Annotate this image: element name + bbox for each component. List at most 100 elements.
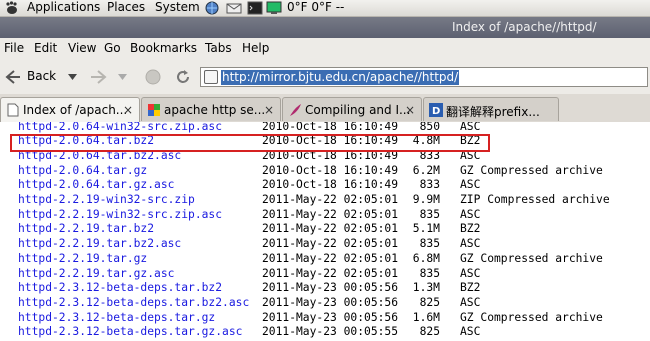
- back-arrow-icon: [5, 70, 20, 84]
- menu-go[interactable]: Go: [104, 41, 121, 55]
- table-row: httpd-2.0.64.tar.gz 2010-Oct-18 16:10:49 6…: [0, 164, 650, 179]
- gnome-foot-icon[interactable]: [4, 1, 20, 15]
- tab-apache-http-search[interactable]: apache http se... ×: [141, 97, 281, 121]
- table-row: httpd-2.3.12-beta-deps.tar.bz2.asc 2011-M…: [0, 296, 650, 311]
- table-row: httpd-2.2.19.tar.gz 2011-May-22 02:05:01 6…: [0, 252, 650, 267]
- file-size: 835: [419, 207, 440, 221]
- mail-icon[interactable]: [226, 1, 242, 15]
- menu-help[interactable]: Help: [242, 41, 269, 55]
- file-size: 9.9M: [412, 193, 440, 206]
- file-size: 835: [419, 237, 440, 251]
- file-description: BZ2: [460, 222, 481, 236]
- table-row: httpd-2.2.19.tar.gz.asc 2011-May-22 02:05…: [0, 267, 650, 282]
- modified-date: 2011-May-22 02:05:01: [262, 207, 399, 221]
- stop-icon[interactable]: [145, 69, 161, 85]
- modified-date: 2011-May-22 02:05:01: [262, 237, 399, 251]
- navigation-toolbar: Back http://mirror.bjtu.edu.cn/apache//h…: [0, 59, 650, 94]
- file-description: ASC: [460, 266, 481, 280]
- terminal-icon[interactable]: [247, 1, 263, 15]
- table-row: httpd-2.2.19.tar.bz2.asc 2011-May-22 02:0…: [0, 237, 650, 252]
- weather-readout: 0°F 0°F --: [287, 0, 345, 14]
- back-button[interactable]: Back: [2, 66, 78, 88]
- file-link[interactable]: httpd-2.3.12-beta-deps.tar.bz2: [18, 281, 222, 296]
- menu-view[interactable]: View: [68, 41, 96, 55]
- file-description: BZ2: [460, 281, 481, 295]
- forward-dropdown-icon[interactable]: [118, 74, 127, 80]
- file-description: ASC: [460, 207, 481, 221]
- modified-date: 2011-May-22 02:05:01: [262, 251, 399, 265]
- file-description: ASC: [460, 237, 481, 251]
- url-bar[interactable]: http://mirror.bjtu.edu.cn/apache//httpd/: [200, 67, 648, 87]
- menu-file[interactable]: File: [4, 41, 24, 55]
- site-favicon-icon: [204, 70, 218, 84]
- table-row: httpd-2.0.64.tar.gz.asc 2010-Oct-18 16:10…: [0, 178, 650, 193]
- table-row: httpd-2.2.19-win32-src.zip.asc 2011-May-2…: [0, 208, 650, 223]
- modified-date: 2011-May-22 02:05:01: [262, 222, 399, 236]
- modified-date: 2011-May-23 00:05:55: [262, 325, 399, 339]
- modified-date: 2010-Oct-18 16:10:49: [262, 178, 399, 192]
- menu-bookmarks[interactable]: Bookmarks: [130, 41, 197, 55]
- window-titlebar[interactable]: Index of /apache//httpd/: [0, 17, 650, 38]
- menu-edit[interactable]: Edit: [34, 41, 57, 55]
- dict-icon: D: [429, 103, 443, 117]
- back-dropdown-icon[interactable]: [68, 74, 77, 80]
- monitor-icon[interactable]: [266, 1, 282, 15]
- google-icon: [148, 104, 160, 116]
- directory-listing: httpd-2.0.64-win32-src.zip.asc 2010-Oct-1…: [0, 122, 650, 341]
- file-link[interactable]: httpd-2.0.64.tar.gz.asc: [18, 178, 174, 193]
- panel-menu-applications[interactable]: Applications: [27, 0, 100, 16]
- modified-date: 2011-May-23 00:05:56: [262, 310, 399, 324]
- tab-label: Compiling and I...: [305, 103, 411, 117]
- tab-close-button[interactable]: ×: [264, 103, 274, 117]
- menu-tabs[interactable]: Tabs: [205, 41, 232, 55]
- file-size: 833: [419, 178, 440, 192]
- panel-menu-places[interactable]: Places: [107, 0, 145, 16]
- tab-label: apache http se...: [164, 103, 266, 117]
- file-size: 1.6M: [412, 310, 440, 324]
- file-description: ASC: [460, 295, 481, 309]
- file-link[interactable]: httpd-2.2.19.tar.gz: [18, 252, 147, 267]
- table-row: httpd-2.0.64-win32-src.zip.asc 2010-Oct-1…: [0, 122, 650, 134]
- tab-index-of-apache[interactable]: Index of /apach... ×: [0, 97, 140, 123]
- file-link[interactable]: httpd-2.3.12-beta-deps.tar.bz2.asc: [18, 296, 249, 311]
- file-size: 1.3M: [412, 281, 440, 295]
- file-link[interactable]: httpd-2.0.64.tar.gz: [18, 164, 147, 179]
- file-link[interactable]: httpd-2.2.19.tar.gz.asc: [18, 267, 174, 282]
- file-link[interactable]: httpd-2.0.64-win32-src.zip.asc: [18, 122, 222, 134]
- table-row: httpd-2.3.12-beta-deps.tar.gz 2011-May-23…: [0, 311, 650, 326]
- panel-menu-system[interactable]: System: [155, 0, 200, 16]
- top-panel: Applications Places System 0°F 0°F --: [0, 0, 650, 17]
- table-row: httpd-2.3.12-beta-deps.tar.gz.asc 2011-Ma…: [0, 325, 650, 340]
- page-icon: [7, 103, 19, 117]
- modified-date: 2010-Oct-18 16:10:49: [262, 122, 399, 133]
- file-description: GZ Compressed archive: [460, 310, 603, 324]
- file-link[interactable]: httpd-2.2.19.tar.bz2.asc: [18, 237, 181, 252]
- tab-close-button[interactable]: ×: [123, 103, 133, 117]
- highlight-box: [10, 134, 490, 152]
- file-link[interactable]: httpd-2.3.12-beta-deps.tar.gz.asc: [18, 325, 242, 340]
- tab-close-button[interactable]: ×: [405, 103, 415, 117]
- modified-date: 2010-Oct-18 16:10:49: [262, 163, 399, 177]
- file-description: ASC: [460, 325, 481, 339]
- feather-icon: [290, 104, 301, 116]
- tab-label: 翻译解释prefix...: [446, 105, 540, 119]
- file-size: 6.8M: [412, 251, 440, 265]
- tab-compiling-and-installing[interactable]: Compiling and I... ×: [282, 97, 422, 121]
- file-description: GZ Compressed archive: [460, 163, 603, 177]
- modified-date: 2011-May-22 02:05:01: [262, 266, 399, 280]
- file-link[interactable]: httpd-2.2.19-win32-src.zip: [18, 193, 195, 208]
- file-link[interactable]: httpd-2.3.12-beta-deps.tar.gz: [18, 311, 215, 326]
- reload-icon[interactable]: [175, 69, 191, 85]
- table-row: httpd-2.2.19.tar.bz2 2011-May-22 02:05:01…: [0, 222, 650, 237]
- globe-icon[interactable]: [204, 1, 220, 15]
- url-text[interactable]: http://mirror.bjtu.edu.cn/apache//httpd/: [221, 70, 460, 85]
- forward-arrow-icon: [91, 70, 107, 84]
- tab-translate-prefix[interactable]: D 翻译解释prefix...: [423, 97, 559, 121]
- file-link[interactable]: httpd-2.2.19.tar.bz2: [18, 222, 154, 237]
- forward-button[interactable]: [86, 66, 132, 88]
- file-size: 850: [419, 122, 440, 133]
- file-link[interactable]: httpd-2.2.19-win32-src.zip.asc: [18, 208, 222, 223]
- svg-text:D: D: [432, 106, 440, 117]
- menu-bar: File Edit View Go Bookmarks Tabs Help: [0, 38, 650, 59]
- file-description: GZ Compressed archive: [460, 251, 603, 265]
